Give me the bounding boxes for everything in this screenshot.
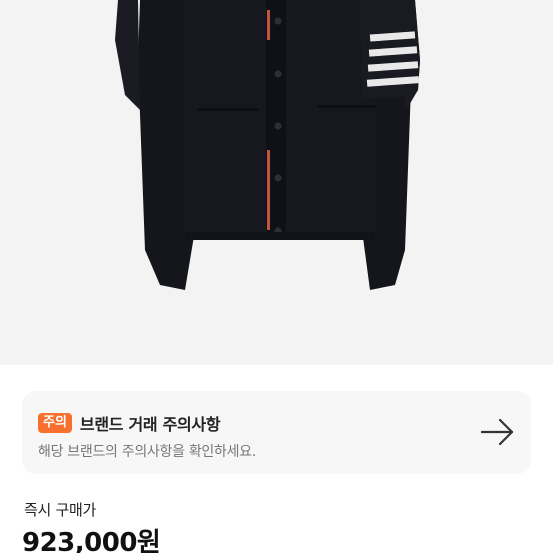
cardigan-illustration [115, 0, 420, 290]
notice-header: 주의 브랜드 거래 주의사항 [38, 411, 221, 435]
instant-buy-label: 즉시 구매가 [24, 501, 96, 519]
arrow-right-icon[interactable] [481, 418, 515, 446]
brand-notice-card[interactable]: 주의 브랜드 거래 주의사항 해당 브랜드의 주의사항을 확인하세요. [22, 391, 531, 474]
notice-subtitle: 해당 브랜드의 주의사항을 확인하세요. [38, 444, 256, 460]
instant-buy-price: 923,000원 [22, 528, 161, 553]
warning-badge: 주의 [38, 413, 72, 433]
notice-title: 브랜드 거래 주의사항 [79, 415, 221, 434]
product-image[interactable] [0, 0, 553, 365]
